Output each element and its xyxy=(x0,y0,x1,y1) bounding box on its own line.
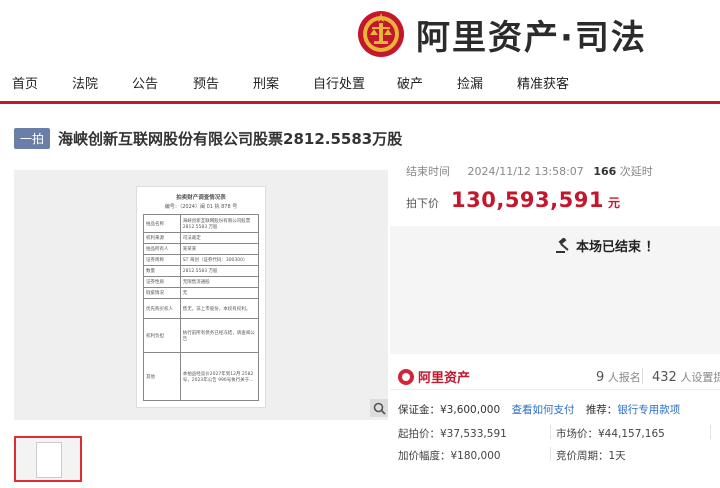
price-unit: 元 xyxy=(607,196,620,210)
bidding-cycle: 竞价周期：1天 xyxy=(556,450,626,462)
nav-self-disposal[interactable]: 自行处置 xyxy=(313,70,365,100)
doc-title: 拍卖财产调查情况表 xyxy=(176,195,226,201)
final-price: 130,593,591 xyxy=(451,188,604,212)
reminder-count: 432 人设置提醒 xyxy=(652,369,720,385)
ali-assets-logo: 阿里资产 xyxy=(398,367,470,386)
table-cell: 证券性质 xyxy=(143,276,181,288)
market-price: 市场价：¥44,157,165 xyxy=(556,428,665,440)
table-cell: 司法裁定 xyxy=(179,232,260,244)
table-row: 拍品名称 海峡创新互联网股份有限公司股票 2812.5583 万股 xyxy=(143,214,260,233)
image-thumbnail[interactable] xyxy=(14,436,82,482)
recommend-label: 推荐： xyxy=(585,404,618,416)
final-price-row: 拍下价 130,593,591 元 xyxy=(406,188,620,212)
deposit-amount: 保证金：¥3,600,000 xyxy=(398,404,501,416)
table-cell: 拍品所有人 xyxy=(143,243,181,255)
signup-number: 9 xyxy=(596,370,605,385)
final-price-label: 拍下价 xyxy=(406,197,439,210)
site-logo[interactable]: 阿里资产·司法 xyxy=(356,6,647,62)
stats-bar: 阿里资产 9 人报名 432 人设置提醒 xyxy=(390,362,720,390)
table-cell: 执行前所有债务已经冻结，请查阅公告 xyxy=(179,318,260,353)
thumbnail-document-icon xyxy=(36,442,62,478)
nav-bargains[interactable]: 捡漏 xyxy=(457,70,483,100)
end-time-value: 2024/11/12 13:58:07 xyxy=(467,165,584,178)
signup-label: 人报名 xyxy=(607,371,641,384)
table-row: 瑕疵情况无 xyxy=(143,287,260,299)
table-cell: 证券简称 xyxy=(143,254,181,266)
table-row: 其他 本拍品经竞价2027年到12月 2582号，2023年公告 996号执行关于… xyxy=(143,352,260,401)
table-cell: 2812.5583 万股 xyxy=(179,265,260,277)
ended-message: 本场已结束 ！ xyxy=(555,236,659,255)
table-cell: 权利负担 xyxy=(143,318,181,353)
nav-criminal-cases[interactable]: 刑案 xyxy=(253,70,279,100)
court-emblem-icon xyxy=(358,11,404,57)
table-cell: ST 海创（证券代码：300300） xyxy=(179,254,260,266)
table-row: 证券性质 无限售流通股 xyxy=(143,276,260,288)
auction-ended-panel: 本场已结束 ！ xyxy=(390,226,720,354)
item-title: 海峡创新互联网股份有限公司股票2812.5583万股 xyxy=(58,129,403,148)
table-cell: 权利来源 xyxy=(143,232,181,244)
delay-count: 166 xyxy=(593,165,617,178)
main-nav: 首页 法院 公告 预告 刑案 自行处置 破产 捡漏 精准获客 xyxy=(0,70,720,100)
nav-previews[interactable]: 预告 xyxy=(193,70,219,100)
table-cell: 本拍品经竞价2027年到12月 2582号，2023年公告 996号执行关于..… xyxy=(179,352,260,401)
cell-divider xyxy=(710,425,711,439)
table-cell: 瑕疵情况 xyxy=(143,287,181,299)
table-row: 权利负担 执行前所有债务已经冻结，请查阅公告 xyxy=(143,318,260,353)
table-cell: 拍品名称 xyxy=(143,214,181,233)
table-row: 证券简称 ST 海创（证券代码：300300） xyxy=(143,254,260,266)
nav-precision-leads[interactable]: 精准获客 xyxy=(517,70,569,100)
bid-increment: 加价幅度：¥180,000 xyxy=(398,450,501,462)
ali-assets-icon xyxy=(398,368,414,385)
magnifier-icon xyxy=(373,402,386,415)
end-time-row: 结束时间 2024/11/12 13:58:07 166 次延时 xyxy=(406,163,653,179)
cell-divider xyxy=(550,425,551,439)
table-cell: 其他 xyxy=(143,352,181,401)
image-viewer[interactable]: 拍卖财产调查情况表 编号：（2024）闽 01 执 878 号 拍品名称 海峡创新… xyxy=(14,170,388,420)
nav-home[interactable]: 首页 xyxy=(12,70,38,100)
table-cell: 优先购买权人 xyxy=(143,298,181,319)
table-row: 权利来源 司法裁定 xyxy=(143,232,260,244)
how-to-pay-link[interactable]: 查看如何支付 xyxy=(511,404,574,416)
nav-underline xyxy=(0,101,720,104)
ali-assets-brand: 阿里资产 xyxy=(418,371,471,386)
auction-round-tag: 一拍 xyxy=(14,127,51,149)
table-cell: 海峡创新互联网股份有限公司股票 2812.5583 万股 xyxy=(179,214,260,233)
end-time-label: 结束时间 xyxy=(406,165,450,178)
gavel-icon xyxy=(556,237,569,253)
start-price: 起拍价：¥37,533,591 xyxy=(398,428,507,440)
stat-divider xyxy=(642,368,643,384)
nav-courts[interactable]: 法院 xyxy=(72,70,98,100)
deposit-row: 保证金：¥3,600,000 查看如何支付 推荐：银行专用款项 xyxy=(398,402,680,417)
delay-label: 次延时 xyxy=(619,165,653,178)
table-cell: 某某某 xyxy=(179,243,260,255)
document-image: 拍卖财产调查情况表 编号：（2024）闽 01 执 878 号 拍品名称 海峡创新… xyxy=(136,186,266,408)
table-cell: 售无，非上市股份，本权有权利。 xyxy=(179,298,260,319)
table-cell: 数量 xyxy=(143,265,181,277)
table-cell: 无限售流通股 xyxy=(179,276,260,288)
nav-bankruptcy[interactable]: 破产 xyxy=(397,70,423,100)
table-cell: 无 xyxy=(179,287,260,299)
doc-table: 拍品名称 海峡创新互联网股份有限公司股票 2812.5583 万股 权利来源 司法裁… xyxy=(143,214,260,401)
table-row: 数量 2812.5583 万股 xyxy=(143,265,260,277)
cell-divider xyxy=(550,447,551,461)
table-row: 优先购买权人 售无，非上市股份，本权有权利。 xyxy=(143,298,260,319)
table-row: 拍品所有人 某某某 xyxy=(143,243,260,255)
reminder-number: 432 xyxy=(652,370,677,385)
zoom-button[interactable] xyxy=(370,399,388,417)
logo-text: 阿里资产·司法 xyxy=(416,17,647,58)
recommend-value[interactable]: 银行专用款项 xyxy=(617,404,680,416)
doc-number: 编号：（2024）闽 01 执 878 号 xyxy=(164,204,238,210)
nav-announcements[interactable]: 公告 xyxy=(132,70,158,100)
signup-count: 9 人报名 xyxy=(596,369,641,385)
ended-text: 本场已结束 ！ xyxy=(576,240,659,255)
reminder-label: 人设置提醒 xyxy=(680,371,720,384)
item-title-row: 一拍 海峡创新互联网股份有限公司股票2812.5583万股 xyxy=(14,127,403,149)
